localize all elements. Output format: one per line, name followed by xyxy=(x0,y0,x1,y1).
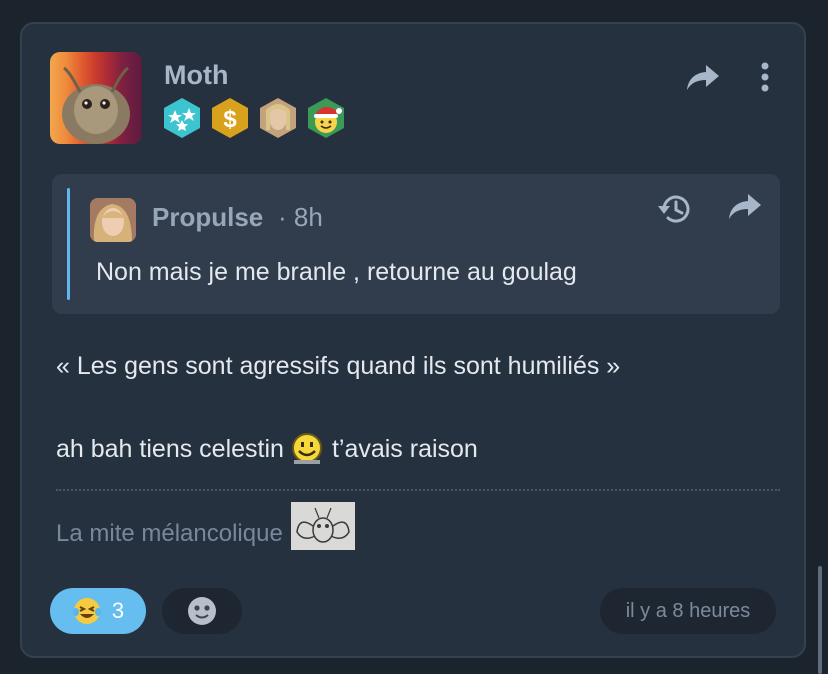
santa-emoji-badge-icon[interactable] xyxy=(306,96,346,140)
quote-text: Non mais je me branle , retourne au goul… xyxy=(96,258,577,286)
add-reaction-icon xyxy=(188,597,216,625)
smiley-emoji-icon xyxy=(291,433,322,464)
more-icon[interactable] xyxy=(760,62,770,92)
share-icon[interactable] xyxy=(686,63,720,91)
signature-text: La mite mélancolique xyxy=(56,520,283,547)
avatar-badge-icon[interactable] xyxy=(258,96,298,140)
quote-time: · 8h xyxy=(278,202,323,232)
quote-author-name[interactable]: Propulse xyxy=(152,202,263,233)
message-line: « Les gens sont agressifs quand ils sont… xyxy=(56,352,621,380)
quote-author-avatar[interactable] xyxy=(90,198,136,242)
badge-list: $ xyxy=(162,96,346,140)
post-actions xyxy=(686,62,770,92)
signature-moth-drawing xyxy=(290,502,355,550)
quote-share-icon[interactable] xyxy=(728,192,762,220)
quote-actions xyxy=(656,192,762,226)
reaction-count: 3 xyxy=(111,598,125,623)
author-name[interactable]: Moth xyxy=(164,60,228,91)
history-icon[interactable] xyxy=(656,192,692,226)
message-text-after-emoji: t’avais raison xyxy=(331,434,478,463)
dollar-badge-icon[interactable]: $ xyxy=(210,96,250,140)
author-avatar[interactable] xyxy=(50,52,142,144)
signature-divider xyxy=(56,489,780,491)
post-card: Moth $ Propulse · 8h Non mais je me bran… xyxy=(20,22,806,658)
quoted-message[interactable]: Propulse · 8h Non mais je me branle , re… xyxy=(52,174,780,314)
reaction-laughing[interactable]: 3 xyxy=(50,588,146,634)
scrollbar[interactable] xyxy=(818,566,822,674)
laughing-crying-emoji-icon xyxy=(72,598,101,624)
quote-accent-bar xyxy=(67,188,70,300)
message-line-with-emoji: ah bah tiens celestin t’avais raison xyxy=(56,432,478,466)
post-timestamp: il y a 8 heures xyxy=(600,588,776,634)
stars-badge-icon[interactable] xyxy=(162,96,202,140)
svg-text:$: $ xyxy=(223,106,237,133)
signature: La mite mélancolique xyxy=(56,502,355,550)
message-text-before-emoji: ah bah tiens celestin xyxy=(56,434,284,463)
add-reaction-button[interactable] xyxy=(162,588,242,634)
